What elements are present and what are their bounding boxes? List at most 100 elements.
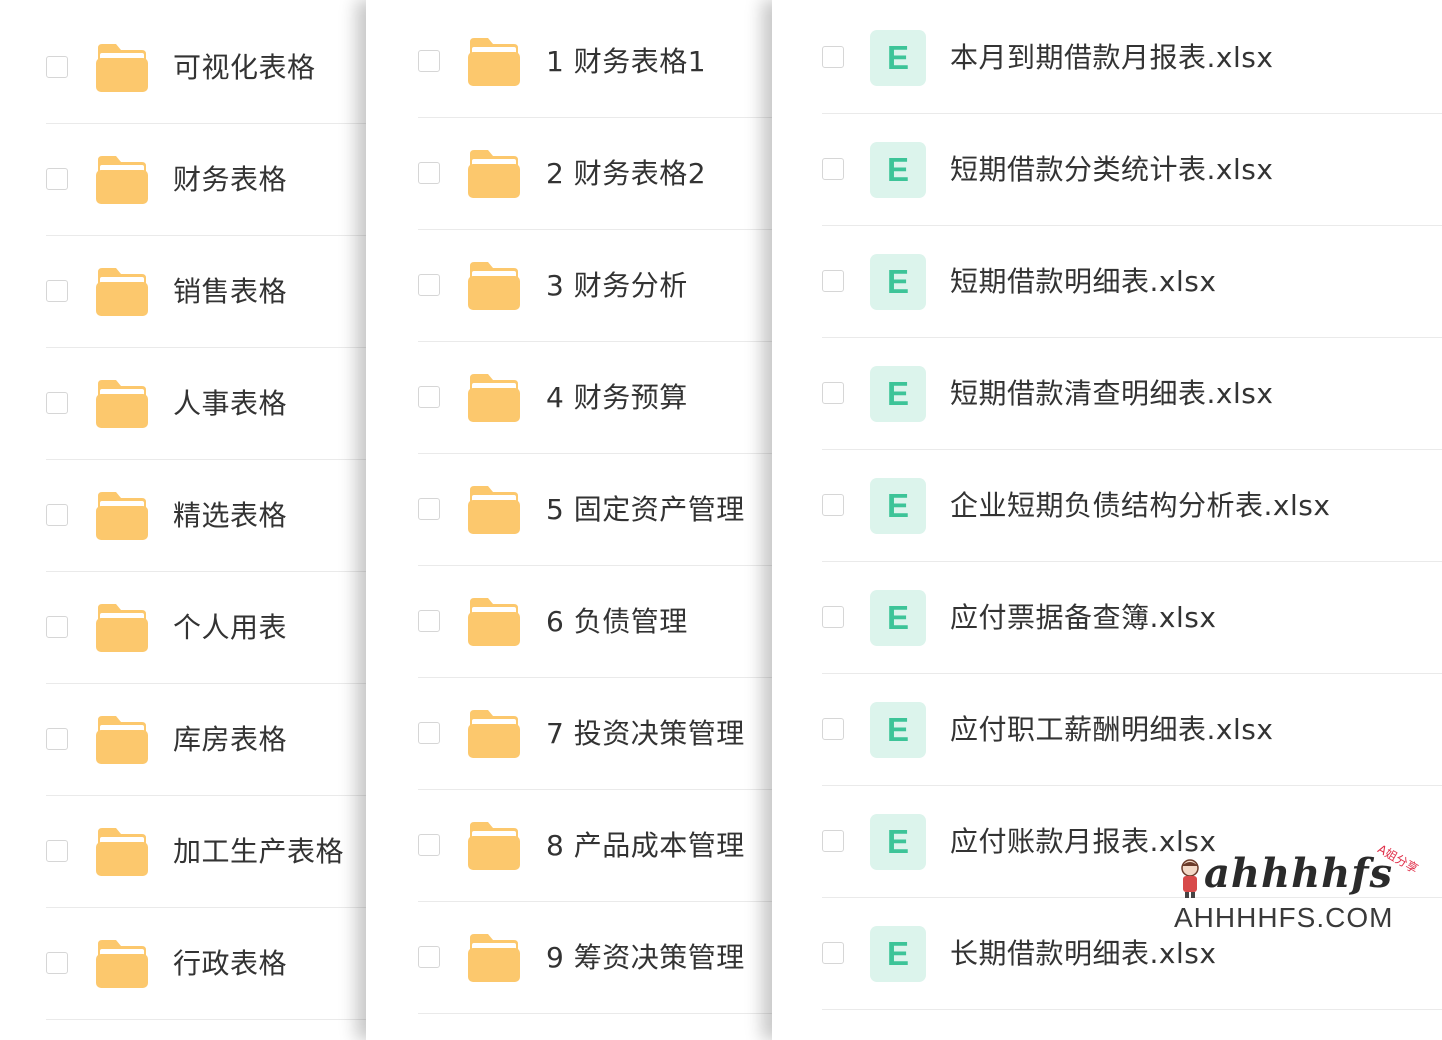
folder-name[interactable]: 8 产品成本管理 bbox=[546, 790, 745, 902]
folder-icon bbox=[464, 146, 524, 202]
watermark-figure-icon bbox=[1181, 859, 1199, 898]
select-checkbox[interactable] bbox=[418, 834, 440, 856]
folder-name[interactable]: 5 固定资产管理 bbox=[546, 454, 745, 566]
file-row[interactable]: E 应付票据备查簿.xlsx bbox=[822, 562, 1442, 674]
select-checkbox[interactable] bbox=[46, 728, 68, 750]
folder-row[interactable]: 加工生产表格 bbox=[46, 796, 366, 908]
select-checkbox[interactable] bbox=[418, 946, 440, 968]
folder-name[interactable]: 2 财务表格2 bbox=[546, 118, 706, 230]
excel-file-icon: E bbox=[870, 366, 926, 422]
folder-icon bbox=[464, 482, 524, 538]
folder-row[interactable]: 6 负债管理 bbox=[418, 566, 772, 678]
folder-name[interactable]: 人事表格 bbox=[173, 348, 287, 460]
folder-row[interactable]: 库房表格 bbox=[46, 684, 366, 796]
file-name[interactable]: 应付职工薪酬明细表.xlsx bbox=[950, 674, 1273, 786]
watermark-script: ahhhhfs bbox=[1204, 850, 1393, 897]
select-checkbox[interactable] bbox=[822, 830, 844, 852]
select-checkbox[interactable] bbox=[822, 382, 844, 404]
file-name[interactable]: 本月到期借款月报表.xlsx bbox=[950, 2, 1273, 114]
folder-name[interactable]: 库房表格 bbox=[173, 684, 287, 796]
file-name[interactable]: 短期借款明细表.xlsx bbox=[950, 226, 1216, 338]
folder-row[interactable]: 9 筹资决策管理 bbox=[418, 902, 772, 1014]
folder-row[interactable]: 4 财务预算 bbox=[418, 342, 772, 454]
file-row[interactable]: E 企业短期负债结构分析表.xlsx bbox=[822, 450, 1442, 562]
select-checkbox[interactable] bbox=[418, 610, 440, 632]
excel-file-icon: E bbox=[870, 590, 926, 646]
select-checkbox[interactable] bbox=[822, 606, 844, 628]
select-checkbox[interactable] bbox=[46, 280, 68, 302]
select-checkbox[interactable] bbox=[418, 50, 440, 72]
folder-icon bbox=[464, 706, 524, 762]
folder-icon bbox=[92, 600, 152, 656]
select-checkbox[interactable] bbox=[822, 494, 844, 516]
folder-row[interactable]: 8 产品成本管理 bbox=[418, 790, 772, 902]
select-checkbox[interactable] bbox=[46, 840, 68, 862]
folder-column-level2: 1 财务表格1 2 财务表格2 3 财务分析 4 财务预算 5 固定资产管理 6 负债管理… bbox=[366, 0, 772, 1040]
select-checkbox[interactable] bbox=[822, 718, 844, 740]
folder-row[interactable]: 人事表格 bbox=[46, 348, 366, 460]
folder-name[interactable]: 行政表格 bbox=[173, 908, 287, 1020]
folder-icon bbox=[92, 264, 152, 320]
folder-row[interactable]: 2 财务表格2 bbox=[418, 118, 772, 230]
excel-file-icon: E bbox=[870, 142, 926, 198]
select-checkbox[interactable] bbox=[418, 498, 440, 520]
folder-name[interactable]: 1 财务表格1 bbox=[546, 6, 706, 118]
folder-name[interactable]: 6 负债管理 bbox=[546, 566, 688, 678]
folder-row[interactable]: 行政表格 bbox=[46, 908, 366, 1020]
folder-icon bbox=[92, 936, 152, 992]
folder-name[interactable]: 4 财务预算 bbox=[546, 342, 688, 454]
select-checkbox[interactable] bbox=[822, 46, 844, 68]
folder-name[interactable]: 9 筹资决策管理 bbox=[546, 902, 745, 1014]
folder-name[interactable]: 可视化表格 bbox=[173, 12, 316, 124]
folder-icon bbox=[464, 34, 524, 90]
folder-name[interactable]: 3 财务分析 bbox=[546, 230, 688, 342]
file-row[interactable]: E 短期借款分类统计表.xlsx bbox=[822, 114, 1442, 226]
select-checkbox[interactable] bbox=[46, 168, 68, 190]
file-name[interactable]: 短期借款清查明细表.xlsx bbox=[950, 338, 1273, 450]
folder-name[interactable]: 财务表格 bbox=[173, 124, 287, 236]
watermark-domain: AHHHHFS.COM bbox=[1174, 902, 1394, 933]
select-checkbox[interactable] bbox=[418, 722, 440, 744]
select-checkbox[interactable] bbox=[46, 952, 68, 974]
select-checkbox[interactable] bbox=[822, 942, 844, 964]
file-name[interactable]: 企业短期负债结构分析表.xlsx bbox=[950, 450, 1330, 562]
file-row[interactable]: E 应付职工薪酬明细表.xlsx bbox=[822, 674, 1442, 786]
folder-row[interactable]: 销售表格 bbox=[46, 236, 366, 348]
file-row[interactable]: E 本月到期借款月报表.xlsx bbox=[822, 2, 1442, 114]
folder-icon bbox=[464, 818, 524, 874]
folder-icon bbox=[464, 930, 524, 986]
file-row[interactable]: E 短期借款清查明细表.xlsx bbox=[822, 338, 1442, 450]
file-row[interactable]: E 短期借款明细表.xlsx bbox=[822, 226, 1442, 338]
select-checkbox[interactable] bbox=[46, 392, 68, 414]
file-name[interactable]: 应付票据备查簿.xlsx bbox=[950, 562, 1216, 674]
select-checkbox[interactable] bbox=[418, 162, 440, 184]
folder-row[interactable]: 个人用表 bbox=[46, 572, 366, 684]
folder-name[interactable]: 销售表格 bbox=[173, 236, 287, 348]
folder-row[interactable]: 7 投资决策管理 bbox=[418, 678, 772, 790]
select-checkbox[interactable] bbox=[46, 504, 68, 526]
select-checkbox[interactable] bbox=[822, 158, 844, 180]
folder-row[interactable]: 精选表格 bbox=[46, 460, 366, 572]
excel-file-icon: E bbox=[870, 702, 926, 758]
folder-row[interactable]: 5 固定资产管理 bbox=[418, 454, 772, 566]
select-checkbox[interactable] bbox=[46, 56, 68, 78]
select-checkbox[interactable] bbox=[418, 386, 440, 408]
folder-row[interactable]: 可视化表格 bbox=[46, 12, 366, 124]
folder-row[interactable]: 财务表格 bbox=[46, 124, 366, 236]
folder-icon bbox=[92, 488, 152, 544]
folder-row[interactable]: 1 财务表格1 bbox=[418, 6, 772, 118]
folder-icon bbox=[464, 370, 524, 426]
folder-name[interactable]: 个人用表 bbox=[173, 572, 287, 684]
folder-name[interactable]: 加工生产表格 bbox=[173, 796, 344, 908]
folder-row[interactable]: 3 财务分析 bbox=[418, 230, 772, 342]
file-name[interactable]: 短期借款分类统计表.xlsx bbox=[950, 114, 1273, 226]
select-checkbox[interactable] bbox=[418, 274, 440, 296]
folder-icon bbox=[92, 152, 152, 208]
folder-icon bbox=[464, 258, 524, 314]
folder-name[interactable]: 精选表格 bbox=[173, 460, 287, 572]
folder-name[interactable]: 7 投资决策管理 bbox=[546, 678, 745, 790]
excel-file-icon: E bbox=[870, 926, 926, 982]
excel-file-icon: E bbox=[870, 478, 926, 534]
select-checkbox[interactable] bbox=[822, 270, 844, 292]
select-checkbox[interactable] bbox=[46, 616, 68, 638]
